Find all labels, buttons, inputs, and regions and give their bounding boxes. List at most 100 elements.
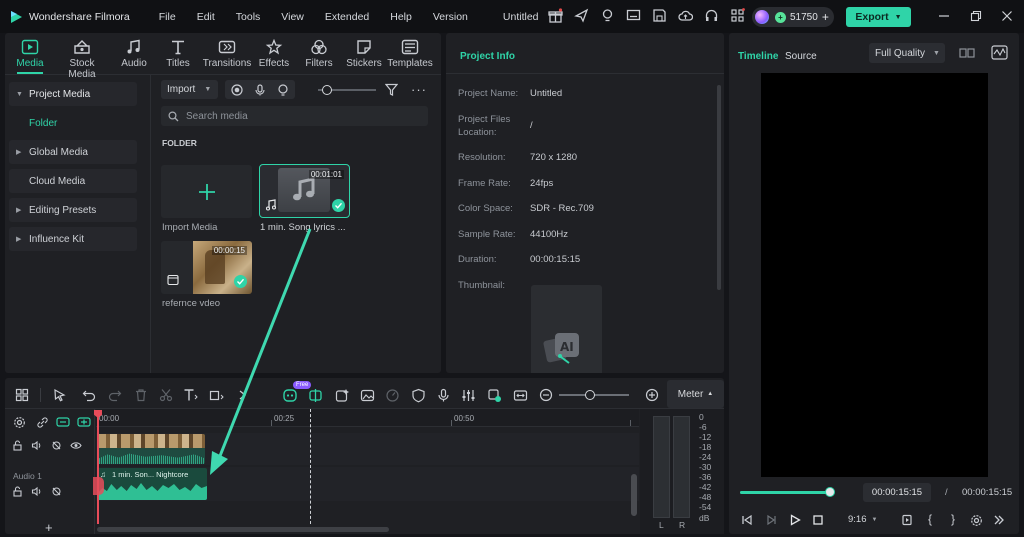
mask-shield-icon[interactable]	[409, 386, 427, 404]
sidebar-item-folder[interactable]: Folder	[9, 111, 137, 135]
sidebar-item-project-media[interactable]: ▼ Project Media	[9, 82, 137, 106]
thumbnail-size-slider[interactable]	[318, 85, 376, 95]
microphone-icon[interactable]	[254, 83, 266, 96]
menu-edit[interactable]: Edit	[197, 11, 215, 23]
menu-tools[interactable]: Tools	[236, 11, 261, 23]
fit-timeline-icon[interactable]	[511, 386, 529, 404]
zoom-in-icon[interactable]	[643, 386, 661, 404]
sidebar-item-editing-presets[interactable]: ▶ Editing Presets	[9, 198, 137, 222]
play-icon[interactable]	[789, 514, 801, 526]
close-icon[interactable]	[1001, 10, 1013, 22]
tool-audio[interactable]: Audio	[110, 38, 158, 69]
tool-templates[interactable]: Templates	[386, 38, 434, 69]
tool-transitions[interactable]: Transitions	[202, 38, 252, 69]
image-edit-icon[interactable]	[358, 386, 376, 404]
credits-pill[interactable]: + 51750 +	[752, 7, 834, 27]
tool-stock-media[interactable]: Stock Media	[57, 38, 107, 80]
auto-ripple-icon[interactable]	[485, 386, 503, 404]
tool-media[interactable]: Media	[6, 38, 54, 74]
tab-timeline[interactable]: Timeline	[738, 51, 778, 62]
zoom-slider-knob[interactable]	[585, 390, 595, 400]
apps-grid-icon[interactable]	[730, 8, 745, 23]
video-lock-icon[interactable]	[12, 440, 23, 451]
send-icon[interactable]	[574, 8, 589, 23]
track-manage-icon[interactable]	[77, 416, 91, 428]
export-button[interactable]: Export ▼	[846, 7, 911, 27]
voiceover-mic-icon[interactable]	[434, 386, 452, 404]
tool-filters[interactable]: Filters	[295, 38, 343, 69]
import-dropdown[interactable]: Import ▼	[161, 80, 218, 99]
menu-help[interactable]: Help	[390, 11, 412, 23]
mark-out-icon[interactable]: }	[951, 512, 955, 526]
playback-progress-knob[interactable]	[825, 487, 835, 497]
undo-icon[interactable]	[80, 386, 98, 404]
monitor-icon[interactable]	[626, 8, 641, 23]
add-track-icon[interactable]	[56, 416, 70, 428]
audio-mixer-icon[interactable]	[459, 386, 477, 404]
timeline-horizontal-scrollbar[interactable]	[97, 527, 389, 532]
delete-icon[interactable]	[132, 386, 150, 404]
menu-extended[interactable]: Extended	[325, 11, 369, 23]
track-settings-icon[interactable]	[13, 416, 26, 429]
audio-clip[interactable]: ♫ 1 min. Son... Nightcore	[97, 468, 207, 500]
menu-view[interactable]: View	[281, 11, 304, 23]
tool-titles[interactable]: Titles	[154, 38, 202, 69]
settings-icon[interactable]	[970, 514, 983, 527]
aspect-ratio-dropdown[interactable]: 9:16 ▼	[848, 514, 877, 525]
play-reverse-icon[interactable]	[765, 514, 777, 526]
video-volume-icon[interactable]	[31, 440, 42, 451]
save-icon[interactable]	[652, 8, 667, 23]
gift-icon[interactable]	[548, 8, 563, 23]
menu-version[interactable]: Version	[433, 11, 468, 23]
text-tool-icon[interactable]	[182, 386, 200, 404]
timeline-ruler[interactable]	[96, 409, 639, 427]
lightbulb-icon[interactable]	[600, 8, 615, 23]
eye-icon[interactable]	[70, 440, 82, 451]
zoom-out-icon[interactable]	[537, 386, 555, 404]
mark-in-icon[interactable]: {	[928, 512, 932, 526]
waveform-monitor-icon[interactable]	[991, 45, 1008, 60]
select-pointer-icon[interactable]	[51, 386, 69, 404]
ai-copilot-icon[interactable]	[333, 386, 351, 404]
stop-icon[interactable]	[812, 514, 824, 526]
headset-icon[interactable]	[704, 8, 719, 23]
restore-icon[interactable]	[970, 10, 982, 22]
speed-icon[interactable]	[383, 386, 401, 404]
tool-stickers[interactable]: Stickers	[340, 38, 388, 69]
playhead-marker[interactable]	[93, 477, 104, 495]
minimize-icon[interactable]	[938, 10, 950, 22]
snapshot-icon[interactable]	[901, 514, 913, 526]
media-tile-song[interactable]: 00:01:01	[259, 164, 350, 218]
sidebar-item-global-media[interactable]: ▶ Global Media	[9, 140, 137, 164]
record-icon[interactable]	[231, 83, 243, 96]
add-credits-icon[interactable]: +	[822, 10, 829, 24]
search-bar[interactable]: Search media	[161, 106, 428, 126]
preview-canvas[interactable]	[761, 73, 988, 477]
quality-dropdown[interactable]: Full Quality ▼	[869, 43, 945, 63]
redo-icon[interactable]	[106, 386, 124, 404]
layout-grid-icon[interactable]	[13, 386, 31, 404]
filter-funnel-icon[interactable]	[385, 83, 398, 96]
ai-voice-icon[interactable]	[277, 83, 289, 96]
previous-frame-icon[interactable]	[741, 514, 753, 526]
import-media-tile[interactable]	[161, 165, 252, 218]
info-scrollbar[interactable]	[717, 85, 721, 290]
tab-source[interactable]: Source	[785, 51, 817, 62]
add-audio-track-icon[interactable]: +	[45, 520, 53, 535]
audio-volume-icon[interactable]	[31, 486, 42, 497]
search-input[interactable]: Search media	[186, 111, 248, 122]
cloud-upload-icon[interactable]	[678, 8, 693, 23]
audio-lock-icon[interactable]	[12, 486, 23, 497]
meter-toggle[interactable]: Meter ▲	[667, 380, 724, 408]
audio-mute-icon[interactable]	[51, 486, 62, 497]
playhead-line[interactable]	[97, 411, 99, 524]
grid-view-icon[interactable]	[959, 46, 975, 60]
project-thumbnail[interactable]: AI	[531, 285, 602, 373]
slider-knob[interactable]	[322, 85, 332, 95]
link-icon[interactable]	[36, 416, 49, 429]
more-chevron-icon[interactable]	[993, 514, 1005, 526]
sidebar-item-cloud-media[interactable]: Cloud Media	[9, 169, 137, 193]
timeline-zoom-slider[interactable]	[559, 390, 629, 400]
tool-effects[interactable]: Effects	[250, 38, 298, 69]
video-clip[interactable]	[97, 434, 205, 464]
